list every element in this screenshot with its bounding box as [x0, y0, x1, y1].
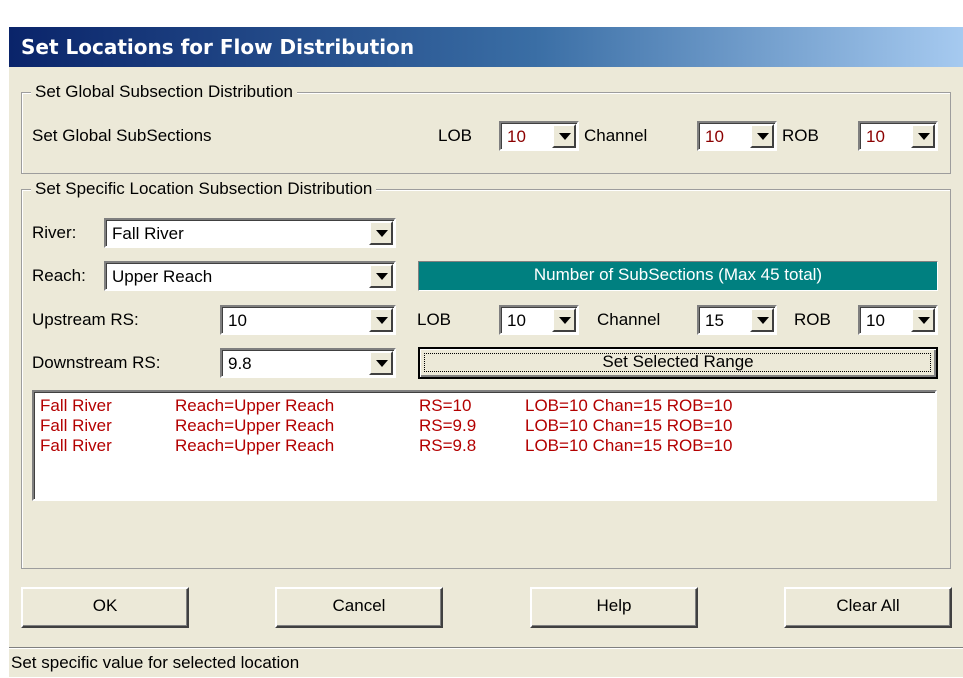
status-bar: Set specific value for selected location	[9, 647, 963, 678]
dialog-window: Set Locations for Flow Distribution Set …	[8, 26, 963, 677]
cancel-button[interactable]: Cancel	[275, 587, 443, 628]
specific-lob-select[interactable]: 10	[499, 305, 579, 335]
focus-rectangle	[424, 353, 931, 372]
list-item[interactable]: Fall River Reach=Upper Reach RS=10 LOB=10 C…	[34, 396, 935, 416]
list-item-reach: Reach=Upper Reach	[175, 396, 335, 415]
specific-group-label: Set Specific Location Subsection Distrib…	[31, 179, 377, 199]
clear-all-button-label: Clear All	[836, 596, 900, 615]
set-selected-range-button[interactable]: Set Selected Range	[418, 347, 938, 379]
list-item[interactable]: Fall River Reach=Upper Reach RS=9.9 LOB=10 …	[34, 416, 935, 436]
list-item-rs: RS=10	[419, 396, 472, 415]
list-item-reach: Reach=Upper Reach	[175, 436, 335, 455]
status-text: Set specific value for selected location	[11, 653, 300, 672]
help-button-label: Help	[596, 596, 632, 615]
title-bar[interactable]: Set Locations for Flow Distribution	[9, 27, 963, 67]
global-lob-value: 10	[507, 127, 526, 146]
specific-channel-value: 15	[705, 311, 724, 330]
subsections-header: Number of SubSections (Max 45 total)	[418, 261, 938, 291]
river-label: River:	[32, 223, 77, 242]
global-distribution-group: Set Global Subsection Distribution Set G…	[21, 82, 951, 174]
chevron-down-icon[interactable]	[750, 308, 774, 332]
list-item-rs: RS=9.9	[419, 416, 477, 435]
specific-distribution-group: Set Specific Location Subsection Distrib…	[21, 179, 951, 569]
cancel-button-label: Cancel	[332, 596, 386, 615]
specific-rob-select[interactable]: 10	[858, 305, 938, 335]
global-channel-label: Channel	[584, 126, 648, 145]
river-value: Fall River	[112, 224, 184, 243]
ok-button[interactable]: OK	[21, 587, 189, 628]
upstream-rs-select[interactable]: 10	[220, 305, 396, 335]
chevron-down-icon[interactable]	[911, 308, 935, 332]
chevron-down-icon[interactable]	[369, 264, 393, 288]
window-title: Set Locations for Flow Distribution	[21, 35, 415, 59]
downstream-rs-select[interactable]: 9.8	[220, 348, 396, 378]
list-item-river: Fall River	[40, 436, 112, 455]
global-rob-label: ROB	[782, 126, 819, 145]
reach-select[interactable]: Upper Reach	[104, 261, 396, 291]
list-item-dist: LOB=10 Chan=15 ROB=10	[525, 396, 733, 415]
downstream-rs-label: Downstream RS:	[32, 353, 161, 372]
global-channel-value: 10	[705, 127, 724, 146]
global-lob-select[interactable]: 10	[499, 121, 579, 151]
chevron-down-icon[interactable]	[369, 221, 393, 245]
location-list[interactable]: Fall River Reach=Upper Reach RS=10 LOB=10 C…	[32, 390, 937, 501]
upstream-rs-value: 10	[228, 311, 247, 330]
global-rob-select[interactable]: 10	[858, 121, 938, 151]
global-group-label: Set Global Subsection Distribution	[31, 82, 297, 102]
river-select[interactable]: Fall River	[104, 218, 396, 248]
help-button[interactable]: Help	[530, 587, 698, 628]
list-item-dist: LOB=10 Chan=15 ROB=10	[525, 416, 733, 435]
list-item-dist: LOB=10 Chan=15 ROB=10	[525, 436, 733, 455]
list-item[interactable]: Fall River Reach=Upper Reach RS=9.8 LOB=10 …	[34, 436, 935, 456]
reach-value: Upper Reach	[112, 267, 213, 286]
downstream-rs-value: 9.8	[228, 354, 252, 373]
global-subsections-label: Set Global SubSections	[32, 126, 212, 145]
reach-label: Reach:	[32, 266, 86, 285]
chevron-down-icon[interactable]	[911, 124, 935, 148]
global-rob-value: 10	[866, 127, 885, 146]
global-channel-select[interactable]: 10	[697, 121, 777, 151]
chevron-down-icon[interactable]	[369, 351, 393, 375]
global-lob-label: LOB	[438, 126, 473, 145]
specific-lob-label: LOB	[417, 310, 452, 329]
list-item-reach: Reach=Upper Reach	[175, 416, 335, 435]
ok-button-label: OK	[92, 596, 118, 615]
chevron-down-icon[interactable]	[369, 308, 393, 332]
chevron-down-icon[interactable]	[552, 308, 576, 332]
list-item-river: Fall River	[40, 396, 112, 415]
specific-lob-value: 10	[507, 311, 526, 330]
chevron-down-icon[interactable]	[750, 124, 774, 148]
clear-all-button[interactable]: Clear All	[784, 587, 952, 628]
chevron-down-icon[interactable]	[552, 124, 576, 148]
specific-rob-label: ROB	[794, 310, 831, 329]
specific-channel-select[interactable]: 15	[697, 305, 777, 335]
list-item-rs: RS=9.8	[419, 436, 477, 455]
specific-channel-label: Channel	[597, 310, 661, 329]
list-item-river: Fall River	[40, 416, 112, 435]
specific-rob-value: 10	[866, 311, 885, 330]
upstream-rs-label: Upstream RS:	[32, 310, 139, 329]
